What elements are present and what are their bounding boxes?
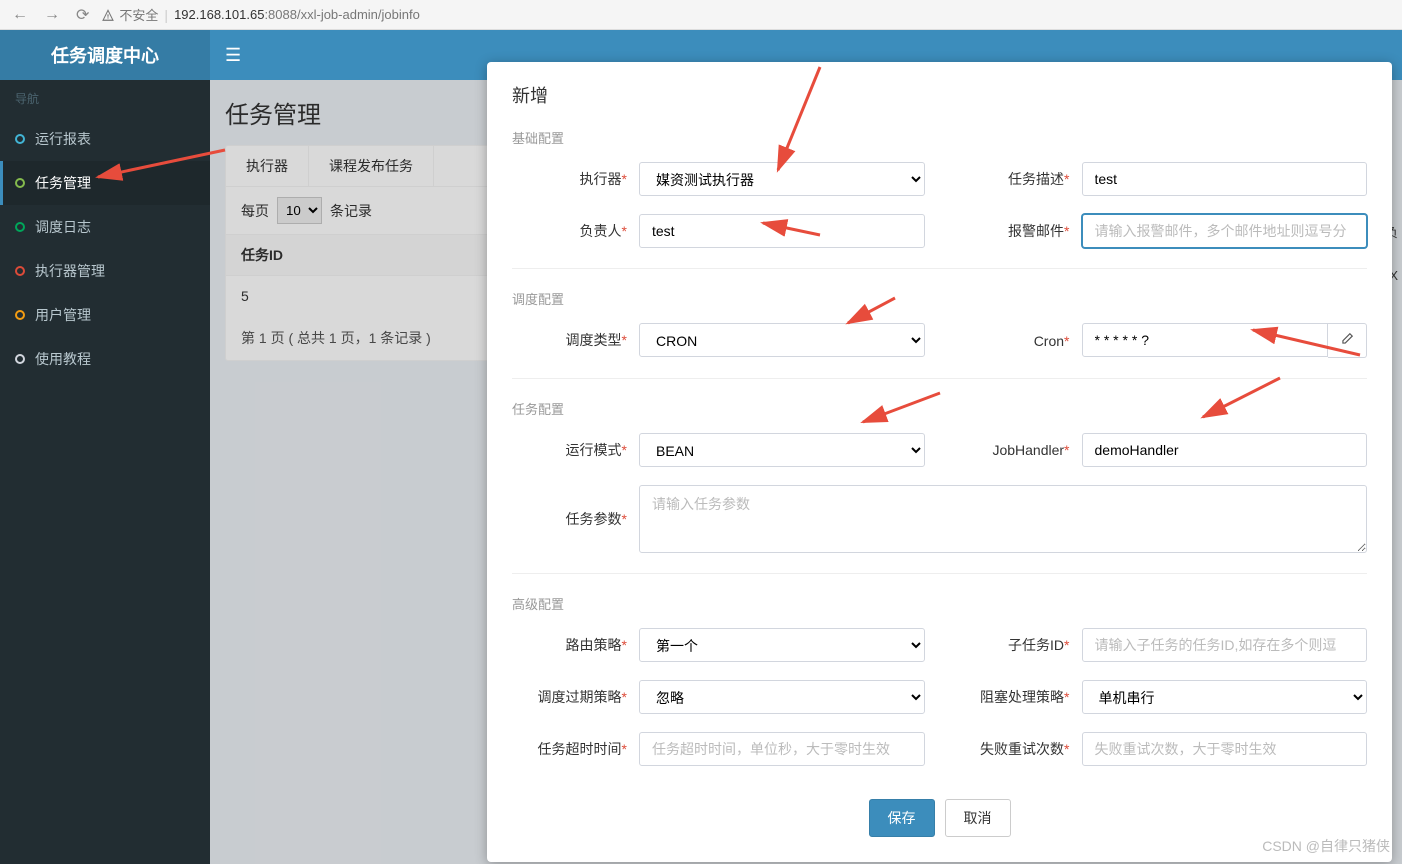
forward-button[interactable]: →: [40, 6, 64, 24]
circle-icon: [15, 310, 25, 320]
modal-title: 新增: [512, 82, 1367, 108]
author-input[interactable]: [639, 214, 925, 248]
sidebar-item-help[interactable]: 使用教程: [0, 337, 210, 381]
label-cron: Cron*: [955, 333, 1070, 349]
schedule-type-select[interactable]: CRON: [639, 323, 925, 357]
executor-select[interactable]: 媒资测试执行器: [639, 162, 925, 196]
label-glue-type: 运行模式*: [512, 440, 627, 460]
edit-icon: [1340, 332, 1354, 346]
alarm-email-input[interactable]: [1082, 214, 1368, 248]
sidebar-item-joblog[interactable]: 调度日志: [0, 205, 210, 249]
timeout-input[interactable]: [639, 732, 925, 766]
logo[interactable]: 任务调度中心: [0, 30, 210, 80]
block-select[interactable]: 单机串行: [1082, 680, 1368, 714]
label-misfire: 调度过期策略*: [512, 687, 627, 707]
sidebar-item-executor[interactable]: 执行器管理: [0, 249, 210, 293]
nav-header: 导航: [0, 80, 210, 117]
back-button[interactable]: ←: [8, 6, 32, 24]
save-button[interactable]: 保存: [869, 799, 935, 837]
label-jobhandler: JobHandler*: [955, 442, 1070, 458]
label-block: 阻塞处理策略*: [955, 687, 1070, 707]
glue-type-select[interactable]: BEAN: [639, 433, 925, 467]
section-basic: 基础配置: [512, 128, 1367, 147]
retry-input[interactable]: [1082, 732, 1368, 766]
route-select[interactable]: 第一个: [639, 628, 925, 662]
section-task: 任务配置: [512, 399, 1367, 418]
circle-icon: [15, 134, 25, 144]
circle-icon: [15, 266, 25, 276]
circle-icon: [15, 354, 25, 364]
jobhandler-input[interactable]: [1082, 433, 1368, 467]
menu-toggle-icon[interactable]: ☰: [225, 45, 241, 66]
label-childjob: 子任务ID*: [955, 635, 1070, 655]
section-schedule: 调度配置: [512, 289, 1367, 308]
cron-input[interactable]: [1082, 323, 1329, 357]
jobparam-textarea[interactable]: [639, 485, 1367, 553]
watermark: CSDN @自律只猪侠: [1262, 836, 1390, 856]
label-jobparam: 任务参数*: [512, 509, 627, 529]
misfire-select[interactable]: 忽略: [639, 680, 925, 714]
section-advanced: 高级配置: [512, 594, 1367, 613]
childjob-input[interactable]: [1082, 628, 1368, 662]
sidebar: 导航 运行报表 任务管理 调度日志 执行器管理 用户管理 使用教程: [0, 80, 210, 864]
url-bar[interactable]: 不安全 | 192.168.101.65:8088/xxl-job-admin/…: [101, 5, 1394, 24]
cron-edit-button[interactable]: [1328, 323, 1367, 358]
url-host: 192.168.101.65: [174, 7, 264, 22]
sidebar-item-user[interactable]: 用户管理: [0, 293, 210, 337]
browser-bar: ← → ⟳ 不安全 | 192.168.101.65:8088/xxl-job-…: [0, 0, 1402, 30]
circle-icon: [15, 222, 25, 232]
label-alarm-email: 报警邮件*: [955, 221, 1070, 241]
sidebar-item-report[interactable]: 运行报表: [0, 117, 210, 161]
insecure-badge: 不安全: [101, 5, 158, 24]
label-timeout: 任务超时时间*: [512, 739, 627, 759]
reload-button[interactable]: ⟳: [72, 5, 93, 25]
label-jobdesc: 任务描述*: [955, 169, 1070, 189]
add-job-modal: 新增 基础配置 执行器* 媒资测试执行器 任务描述* 负责人* 报警邮件*: [487, 62, 1392, 862]
circle-icon: [15, 178, 25, 188]
label-executor: 执行器*: [512, 169, 627, 189]
jobdesc-input[interactable]: [1082, 162, 1368, 196]
cancel-button[interactable]: 取消: [945, 799, 1011, 837]
label-author: 负责人*: [512, 221, 627, 241]
label-retry: 失败重试次数*: [955, 739, 1070, 759]
label-route: 路由策略*: [512, 635, 627, 655]
sidebar-item-jobinfo[interactable]: 任务管理: [0, 161, 210, 205]
label-schedule-type: 调度类型*: [512, 330, 627, 350]
